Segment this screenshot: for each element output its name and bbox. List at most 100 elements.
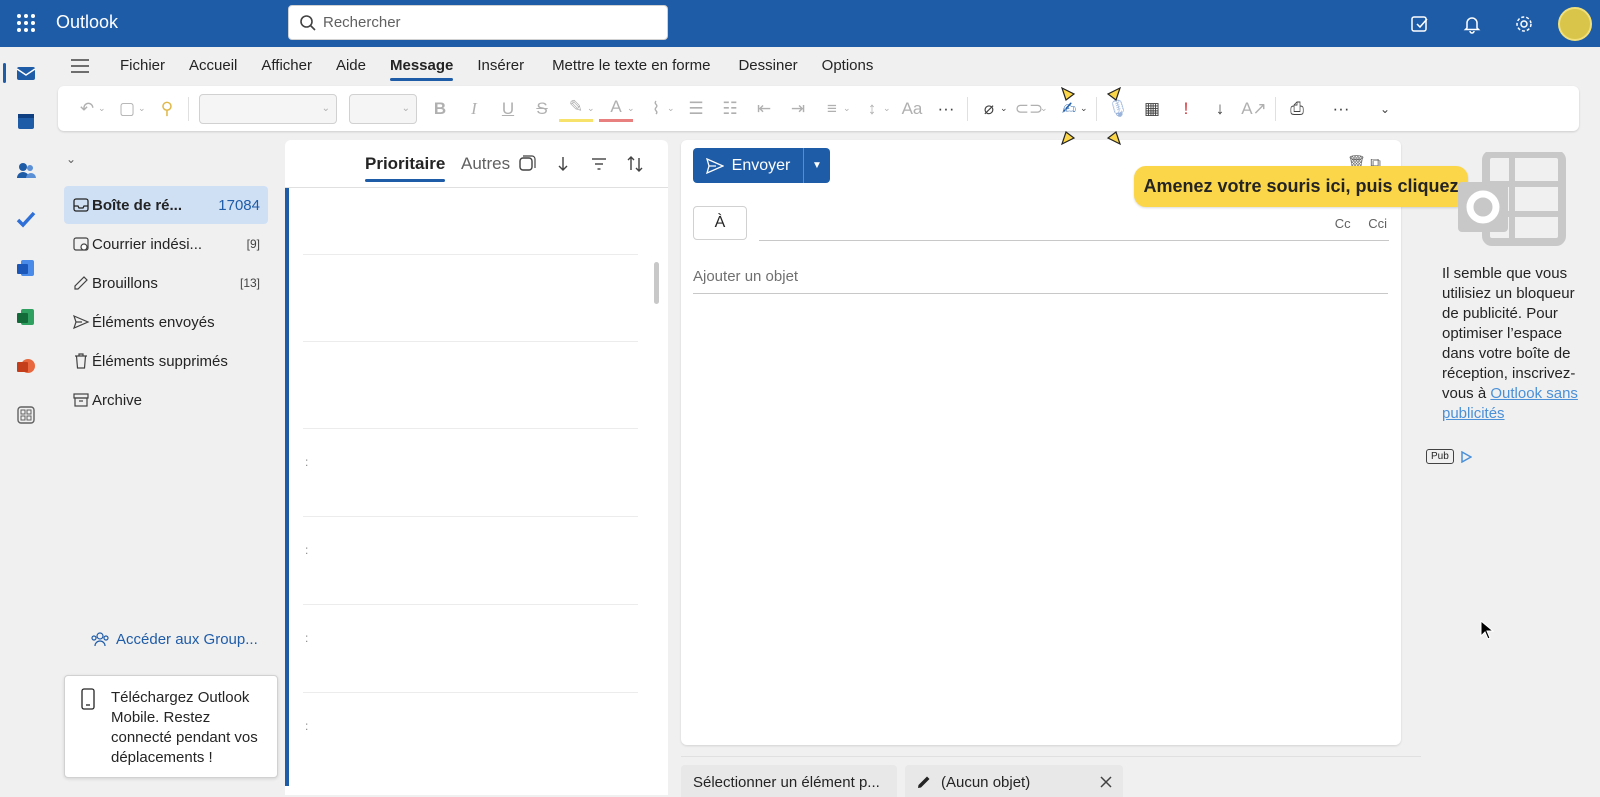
sort-icon[interactable] [625, 154, 645, 174]
list-item[interactable] [303, 604, 638, 605]
attach-dropdown-icon[interactable]: ⌄ [1000, 103, 1012, 114]
subject-input[interactable]: Ajouter un objet [693, 268, 798, 285]
tab-focused[interactable]: Prioritaire [365, 154, 446, 182]
mobile-promo-card[interactable]: Téléchargez Outlook Mobile. Restez conne… [64, 675, 278, 778]
link-dropdown-icon[interactable]: ⌄ [1040, 103, 1052, 114]
hint-marker-icon [1060, 131, 1076, 146]
tab-options[interactable]: Options [810, 47, 886, 85]
settings-gear-icon[interactable] [1498, 0, 1550, 47]
adchoices-icon[interactable] [1460, 450, 1472, 463]
decrease-indent-icon[interactable]: ⇤ [747, 92, 781, 126]
numbering-icon[interactable]: ☷ [713, 92, 747, 126]
trash-icon [75, 353, 87, 369]
toolbar-divider [1275, 96, 1276, 121]
excel-icon[interactable] [0, 297, 52, 337]
bottom-tab-draft[interactable]: (Aucun objet) [905, 765, 1123, 797]
folder-sent[interactable]: Éléments envoyés [64, 303, 268, 341]
expand-ribbon-icon[interactable]: ⌄ [1368, 92, 1402, 126]
list-item[interactable] [303, 341, 638, 342]
collapse-folders-icon[interactable]: ⌄ [66, 152, 76, 166]
align-dropdown-icon[interactable]: ⌄ [843, 103, 855, 114]
more-options-icon[interactable]: ··· [1324, 92, 1358, 126]
to-input[interactable] [759, 240, 1389, 241]
bottom-tab-select-item[interactable]: Sélectionner un élément p... [681, 765, 897, 797]
bottom-tab-label: Sélectionner un élément p... [693, 773, 880, 791]
search-icon [300, 14, 316, 31]
low-importance-icon[interactable]: ↓ [1203, 92, 1237, 126]
underline-icon[interactable]: U [491, 92, 525, 126]
bullets-icon[interactable]: ☰ [679, 92, 713, 126]
tab-mettre-en-forme[interactable]: Mettre le texte en forme [540, 47, 722, 85]
word-icon[interactable] [0, 248, 52, 288]
font-family-select[interactable]: ⌄ [199, 93, 337, 124]
clear-format-dropdown-icon[interactable]: ⌄ [667, 103, 679, 114]
search-box[interactable]: Rechercher [288, 5, 668, 40]
tab-fichier[interactable]: Fichier [108, 47, 177, 85]
paste-dropdown-icon[interactable]: ⌄ [138, 103, 150, 114]
apps-grid-icon[interactable]: ▦ [1135, 92, 1169, 126]
format-painter-icon[interactable]: ⚲ [150, 92, 184, 126]
folder-junk[interactable]: Courrier indési... [9] [64, 225, 268, 263]
line-spacing-dropdown-icon[interactable]: ⌄ [883, 103, 895, 114]
tab-inserer[interactable]: Insérer [465, 47, 536, 85]
italic-icon[interactable]: I [457, 92, 491, 126]
bold-icon[interactable]: B [423, 92, 457, 126]
tab-dessiner[interactable]: Dessiner [726, 47, 809, 85]
tab-afficher[interactable]: Afficher [249, 47, 324, 85]
groups-link[interactable]: Accéder aux Group... [90, 630, 258, 648]
editor-icon[interactable]: A↗ [1237, 92, 1271, 126]
app-title[interactable]: Outlook [56, 12, 118, 33]
font-color-dropdown-icon[interactable]: ⌄ [627, 103, 639, 114]
tab-accueil[interactable]: Accueil [177, 47, 249, 85]
calendar-icon[interactable] [0, 101, 52, 141]
undo-dropdown-icon[interactable]: ⌄ [98, 103, 110, 114]
avatar[interactable] [1558, 6, 1592, 41]
list-item[interactable] [303, 516, 638, 517]
hint-marker-icon [1106, 131, 1122, 146]
tab-aide[interactable]: Aide [324, 47, 378, 85]
tab-other[interactable]: Autres [461, 154, 510, 174]
close-icon[interactable] [1099, 775, 1113, 789]
to-button[interactable]: À [693, 206, 747, 240]
hamburger-menu-icon[interactable] [60, 47, 100, 85]
styles-icon[interactable]: Aa [895, 92, 929, 126]
ribbon-tabs: Fichier Accueil Afficher Aide Message In… [60, 47, 885, 85]
toolbar-divider [1096, 96, 1097, 121]
tab-message[interactable]: Message [378, 47, 465, 85]
powerpoint-icon[interactable] [0, 346, 52, 386]
more-apps-icon[interactable] [0, 395, 52, 435]
mobile-promo-text: Téléchargez Outlook Mobile. Restez conne… [111, 689, 258, 766]
app-launcher-icon[interactable] [15, 12, 37, 34]
notifications-bell-icon[interactable] [1446, 0, 1498, 47]
todo-icon[interactable] [0, 199, 52, 239]
select-mode-icon[interactable] [517, 154, 537, 174]
folder-archive[interactable]: Archive [64, 381, 268, 419]
list-item[interactable] [303, 254, 638, 255]
font-size-select[interactable]: ⌄ [349, 93, 417, 124]
send-button[interactable]: Envoyer [693, 148, 803, 183]
folder-deleted[interactable]: Éléments supprimés [64, 342, 268, 380]
folder-inbox[interactable]: Boîte de ré... 17084 [64, 186, 268, 224]
my-day-icon[interactable] [1394, 0, 1446, 47]
increase-indent-icon[interactable]: ⇥ [781, 92, 815, 126]
cc-link[interactable]: Cc [1335, 216, 1351, 231]
search-input[interactable]: Rechercher [323, 14, 401, 31]
more-format-icon[interactable]: ··· [929, 92, 963, 126]
strikethrough-icon[interactable]: S [525, 92, 559, 126]
folder-drafts[interactable]: Brouillons [13] [64, 264, 268, 302]
bcc-link[interactable]: Cci [1368, 216, 1387, 231]
jump-to-icon[interactable] [553, 154, 573, 174]
message-list-scrollbar[interactable] [654, 262, 659, 304]
print-icon[interactable]: ⎙ [1280, 92, 1314, 126]
filter-icon[interactable] [589, 154, 609, 174]
send-options-chevron-icon[interactable]: ▼ [803, 148, 830, 183]
signature-dropdown-icon[interactable]: ⌄ [1080, 103, 1092, 114]
list-item[interactable] [303, 428, 638, 429]
highlight-dropdown-icon[interactable]: ⌄ [587, 103, 599, 114]
pencil-icon [918, 776, 930, 788]
high-importance-icon[interactable]: ! [1169, 92, 1203, 126]
mail-icon[interactable] [0, 53, 52, 93]
groups-link-label[interactable]: Accéder aux Group... [116, 631, 258, 648]
people-icon[interactable] [0, 150, 52, 190]
list-item[interactable] [303, 692, 638, 693]
